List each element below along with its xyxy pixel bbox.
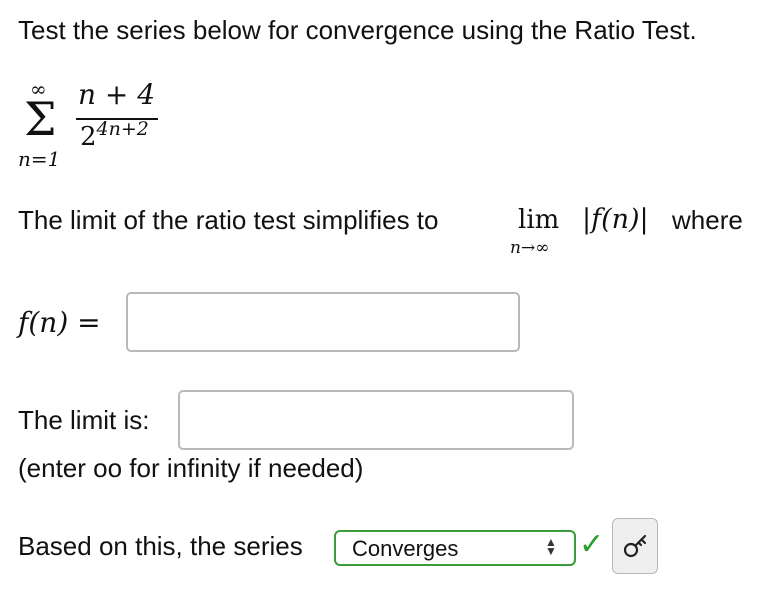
limit-input[interactable] [178, 390, 574, 450]
sum-lower-limit: n=1 [18, 147, 61, 171]
lim-label: lim [518, 205, 560, 235]
denominator: 24n+2 [80, 118, 149, 152]
select-arrows-icon: ▲ ▼ [545, 535, 557, 558]
series-expression: ∞ Σ n=1 n + 4 24n+2 [14, 78, 184, 178]
numerator: n + 4 [78, 78, 156, 111]
where-text: where [672, 205, 743, 235]
limit-label: The limit is: [18, 405, 150, 435]
key-icon [623, 534, 647, 558]
check-icon: ✓ [579, 528, 605, 561]
ratio-test-text: The limit of the ratio test simplifies t… [18, 205, 439, 235]
limit-hint: (enter oo for infinity if needed) [18, 453, 364, 483]
lim-subscript: n→∞ [510, 238, 550, 258]
key-button[interactable] [612, 518, 658, 574]
abs-f-of-n: |f(n)| [582, 204, 649, 235]
fn-label: f(n) = [18, 306, 101, 339]
fn-input[interactable] [126, 292, 520, 352]
select-value: Converges [352, 536, 459, 561]
question-prompt: Test the series below for convergence us… [18, 15, 697, 45]
denominator-base: 2 [80, 122, 97, 152]
convergence-select[interactable]: Converges ▲ ▼ [334, 530, 576, 566]
sigma-symbol: Σ [24, 92, 57, 146]
denominator-exponent: 4n+2 [96, 118, 149, 140]
conclusion-label: Based on this, the series [18, 531, 303, 561]
